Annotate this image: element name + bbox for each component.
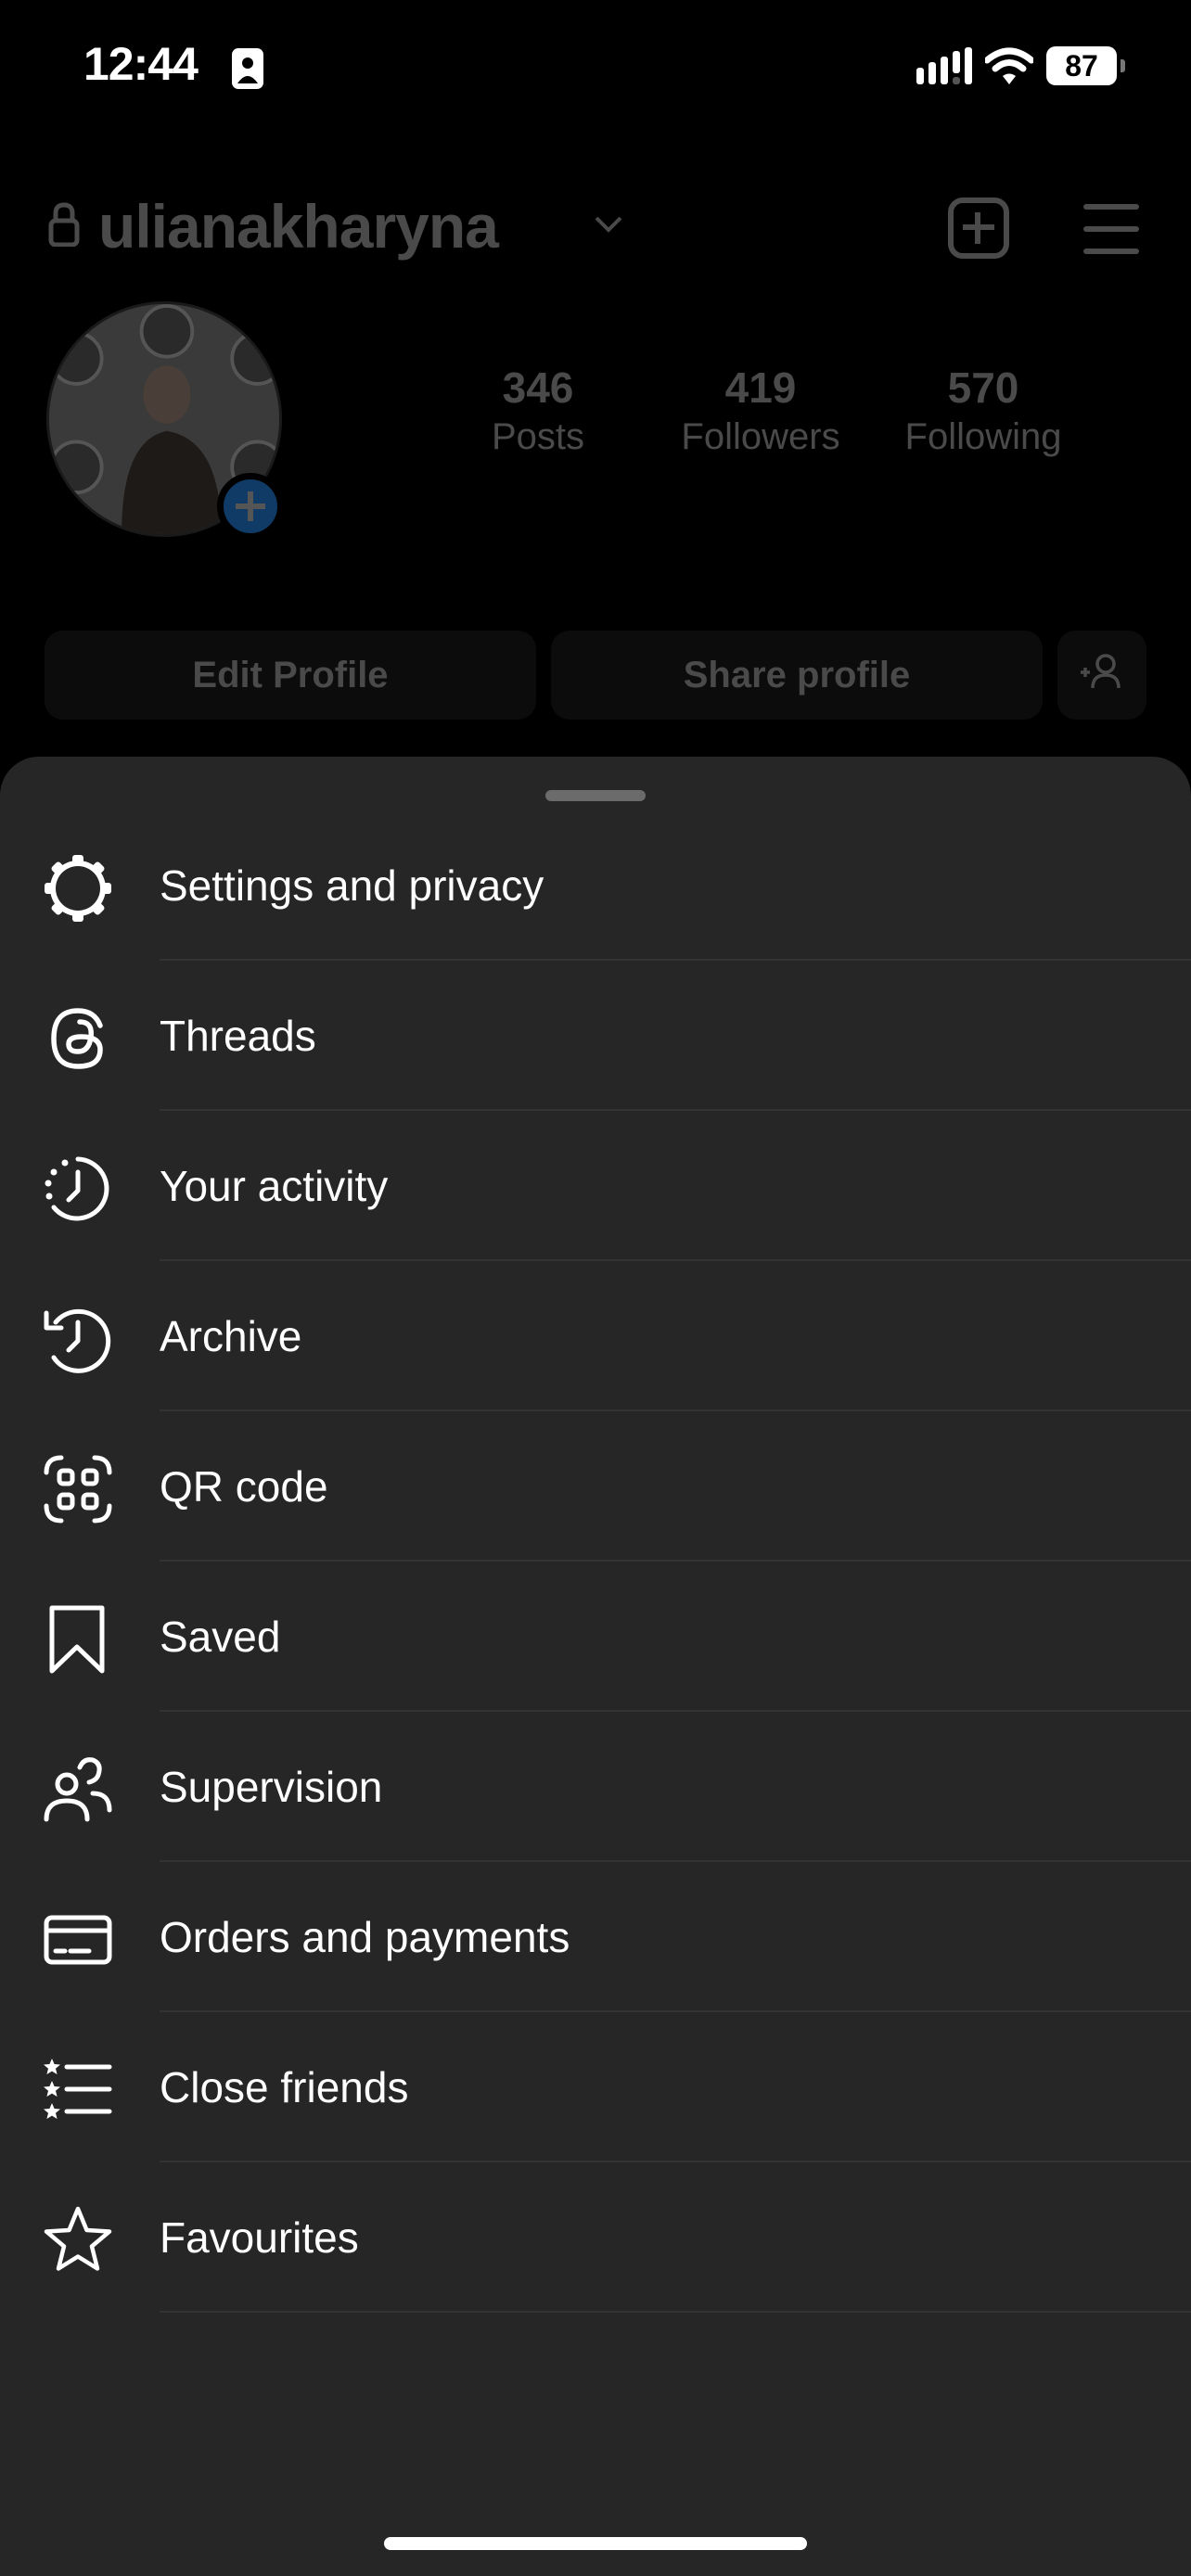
- profile-topbar: ulianakharyna: [0, 158, 1191, 261]
- status-time: 12:44: [83, 38, 198, 90]
- menu-item-qr-code[interactable]: QR code: [0, 1411, 1191, 1562]
- discover-people-button[interactable]: [1057, 631, 1146, 720]
- close-friends-icon: [43, 2055, 113, 2125]
- gear-icon: [43, 853, 113, 924]
- home-indicator[interactable]: [384, 2537, 807, 2550]
- menu-item-label: Favourites: [160, 2213, 359, 2262]
- bookmark-icon: [43, 1604, 113, 1675]
- chevron-down-icon[interactable]: [594, 215, 623, 238]
- menu-item-label: Saved: [160, 1613, 281, 1661]
- username-switcher[interactable]: ulianakharyna: [98, 191, 499, 261]
- card-icon: [43, 1905, 113, 1975]
- star-icon: [43, 2205, 113, 2276]
- posts-count: 346: [502, 363, 574, 412]
- wifi-icon: [985, 47, 1033, 84]
- add-story-button[interactable]: [217, 473, 284, 540]
- supervision-icon: [43, 1754, 113, 1825]
- sheet-grabber[interactable]: [545, 790, 646, 801]
- edit-profile-button[interactable]: Edit Profile: [45, 631, 536, 720]
- menu-item-threads[interactable]: Threads: [0, 961, 1191, 1111]
- lock-icon: [48, 202, 80, 251]
- menu-item-label: Archive: [160, 1312, 302, 1360]
- cellular-signal-icon: [916, 47, 972, 84]
- following-label: Following: [904, 416, 1062, 457]
- divider: [160, 2311, 1191, 2313]
- battery-indicator: 87: [1046, 46, 1125, 85]
- followers-label: Followers: [681, 416, 840, 457]
- qr-code-icon: [43, 1454, 113, 1524]
- options-sheet: Settings and privacy Threads Your activi…: [0, 757, 1191, 2576]
- menu-item-settings-and-privacy[interactable]: Settings and privacy: [0, 810, 1191, 961]
- menu-item-close-friends[interactable]: Close friends: [0, 2012, 1191, 2162]
- posts-label: Posts: [491, 416, 585, 457]
- battery-level: 87: [1065, 49, 1098, 83]
- focus-person-icon: [232, 48, 263, 89]
- menu-item-favourites[interactable]: Favourites: [0, 2162, 1191, 2313]
- followers-count: 419: [724, 363, 797, 412]
- menu-item-archive[interactable]: Archive: [0, 1261, 1191, 1411]
- menu-item-saved[interactable]: Saved: [0, 1562, 1191, 1712]
- menu-item-orders-and-payments[interactable]: Orders and payments: [0, 1862, 1191, 2012]
- menu-item-label: QR code: [160, 1462, 328, 1511]
- profile-actions: Edit Profile Share profile: [0, 631, 1191, 720]
- following-count: 570: [947, 363, 1019, 412]
- archive-icon: [43, 1304, 113, 1374]
- profile-header: ulianakharyna 346 Posts 419 Followers 57…: [0, 130, 1191, 760]
- menu-item-label: Supervision: [160, 1763, 383, 1811]
- menu-item-your-activity[interactable]: Your activity: [0, 1111, 1191, 1261]
- menu-item-label: Close friends: [160, 2063, 409, 2111]
- menu-item-label: Your activity: [160, 1162, 389, 1210]
- activity-icon: [43, 1154, 113, 1224]
- menu-item-label: Threads: [160, 1012, 316, 1060]
- menu-item-label: Orders and payments: [160, 1913, 570, 1961]
- menu-item-label: Settings and privacy: [160, 861, 544, 910]
- stat-followers[interactable]: 419 Followers: [668, 362, 853, 460]
- stat-following[interactable]: 570 Following: [890, 362, 1076, 460]
- stat-posts[interactable]: 346 Posts: [464, 362, 612, 460]
- status-bar: 12:44 87: [0, 0, 1191, 130]
- hamburger-menu-button[interactable]: [1083, 204, 1143, 254]
- threads-icon: [43, 1003, 113, 1074]
- new-post-button[interactable]: [948, 198, 1009, 259]
- menu-item-supervision[interactable]: Supervision: [0, 1712, 1191, 1862]
- share-profile-button[interactable]: Share profile: [551, 631, 1043, 720]
- add-person-icon: [1081, 654, 1121, 689]
